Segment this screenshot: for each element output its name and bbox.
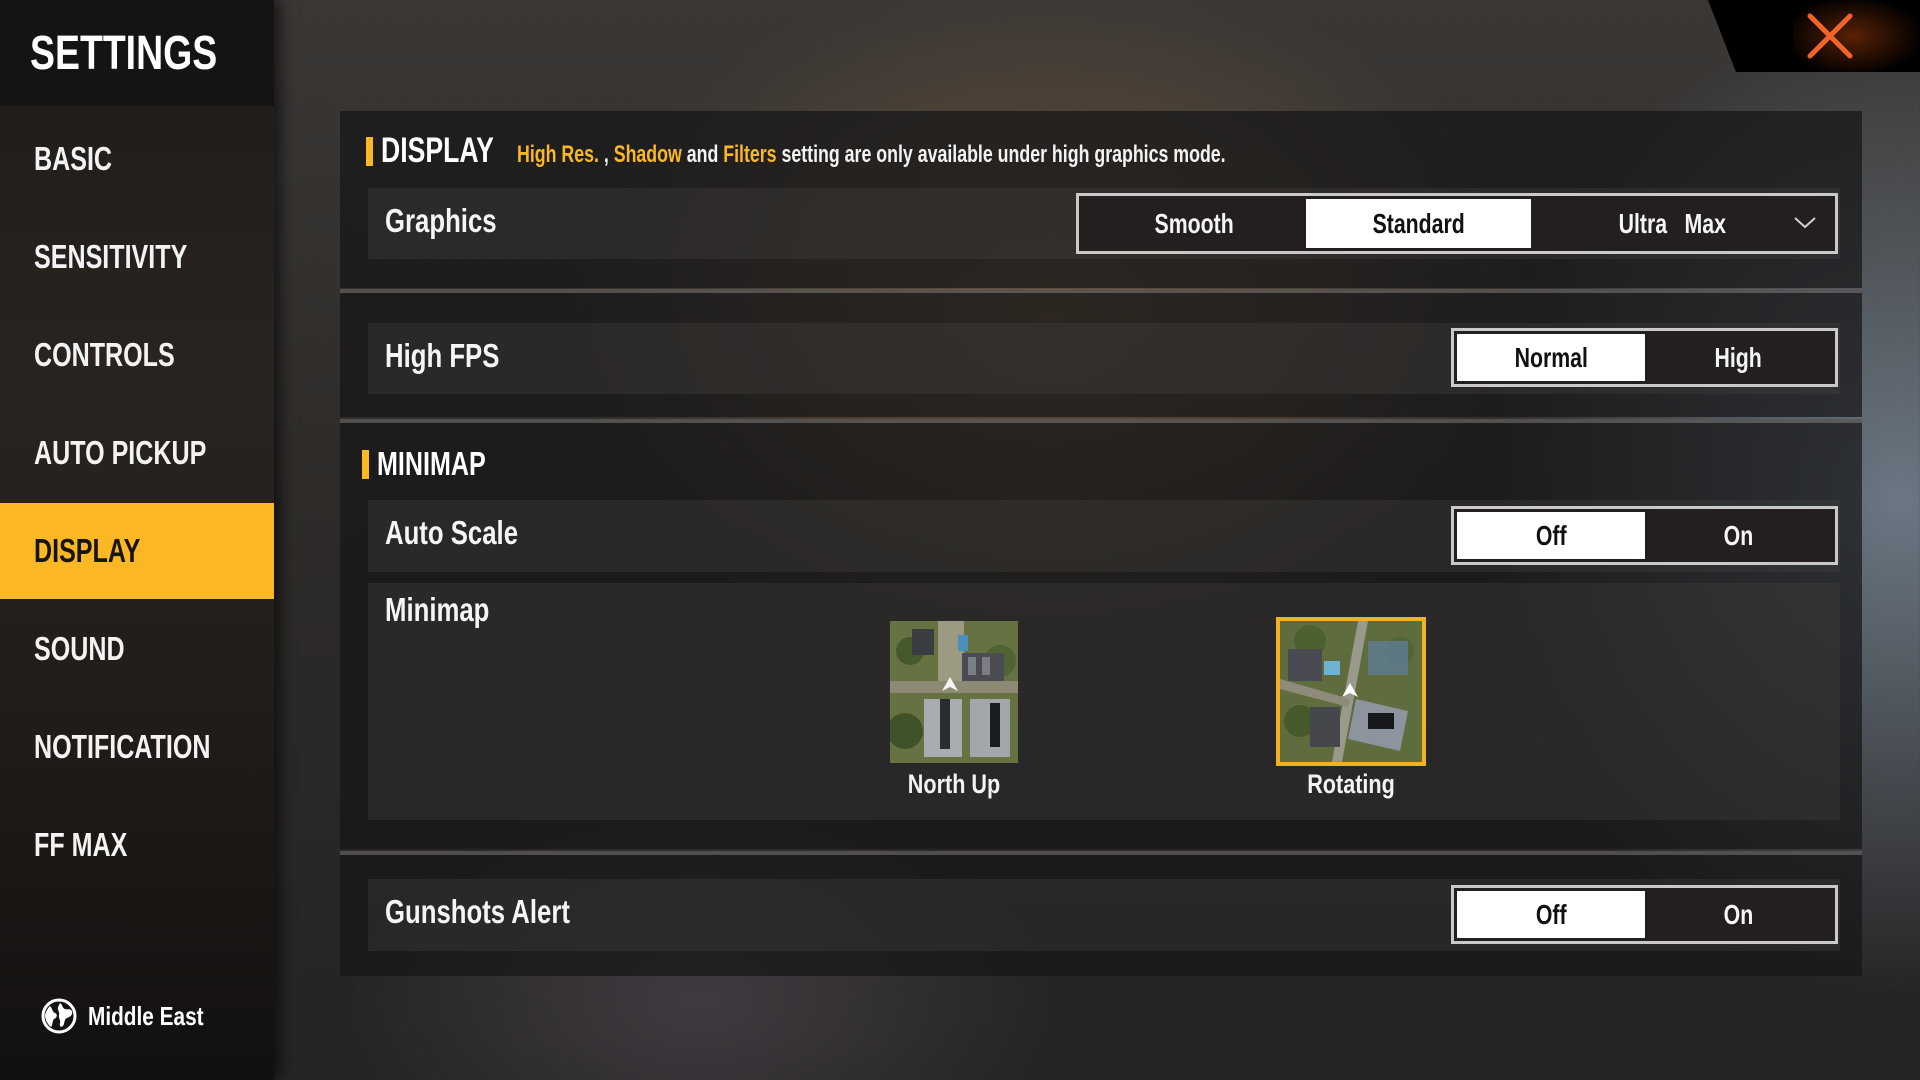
- graphics-quality-selector[interactable]: Smooth Standard Ultra Max: [1076, 193, 1838, 254]
- fps-option-normal[interactable]: Normal: [1457, 334, 1645, 381]
- region-selector[interactable]: Middle East: [40, 997, 232, 1035]
- option-label: High: [1714, 341, 1762, 373]
- auto-scale-label: Auto Scale: [385, 514, 519, 551]
- note-high-res: High Res.: [517, 141, 600, 168]
- display-panel: DISPLAY High Res. , Shadow and Filters s…: [340, 111, 1862, 288]
- note-and: and: [682, 141, 724, 168]
- close-icon: [1807, 13, 1853, 59]
- nav-item-label: BASIC: [34, 140, 113, 177]
- graphics-option-max[interactable]: Max: [1645, 199, 1765, 248]
- auto-scale-option-off[interactable]: Off: [1457, 512, 1645, 559]
- nav-item-notification[interactable]: NOTIFICATION: [0, 699, 274, 795]
- gunshots-alert-panel: Gunshots Alert Off On: [340, 851, 1862, 976]
- high-fps-row: High FPS Normal High: [368, 323, 1840, 394]
- auto-scale-toggle[interactable]: Off On: [1451, 506, 1838, 565]
- note-rest: setting are only available under high gr…: [777, 141, 1227, 168]
- option-label: On: [1723, 519, 1754, 551]
- rotating-map-thumbnail: [1280, 621, 1422, 762]
- nav-item-display[interactable]: DISPLAY: [0, 503, 274, 599]
- minimap-mode-row: Minimap North Up Rotating: [368, 583, 1840, 820]
- high-fps-label: High FPS: [385, 337, 500, 374]
- option-label: Standard: [1372, 207, 1465, 239]
- nav-item-label: DISPLAY: [34, 532, 141, 569]
- auto-scale-row: Auto Scale Off On: [368, 500, 1840, 572]
- settings-sidebar: SETTINGS BASIC SENSITIVITY CONTROLS AUTO…: [0, 0, 274, 1080]
- gunshots-option-on[interactable]: On: [1645, 891, 1833, 938]
- north-up-map-thumbnail: [890, 621, 1018, 763]
- option-label: Max: [1684, 207, 1726, 239]
- gunshots-alert-label: Gunshots Alert: [385, 893, 570, 930]
- graphics-row: Graphics Smooth Standard Ultra Max: [368, 188, 1840, 259]
- close-button[interactable]: [1708, 0, 1920, 72]
- region-label: Middle East: [88, 1000, 204, 1031]
- accent-bar: [362, 449, 369, 479]
- nav-item-ff-max[interactable]: FF MAX: [0, 797, 274, 893]
- north-up-label: North Up: [907, 769, 1001, 799]
- nav-item-label: FF MAX: [34, 826, 128, 863]
- note-separator: ,: [599, 141, 615, 168]
- graphics-option-smooth[interactable]: Smooth: [1082, 199, 1306, 248]
- option-label: Normal: [1514, 341, 1588, 373]
- minimap-section-title: MINIMAP: [377, 445, 486, 482]
- graphics-label: Graphics: [385, 202, 497, 239]
- gunshots-alert-toggle[interactable]: Off On: [1451, 885, 1838, 944]
- high-fps-panel: High FPS Normal High: [340, 289, 1862, 417]
- chevron-down-icon[interactable]: [1793, 216, 1817, 230]
- nav-item-basic[interactable]: BASIC: [0, 111, 274, 207]
- nav-item-label: AUTO PICKUP: [34, 434, 207, 471]
- rotating-label: Rotating: [1307, 769, 1395, 799]
- display-section-header: DISPLAY High Res. , Shadow and Filters s…: [366, 131, 1475, 171]
- minimap-section-header: MINIMAP: [362, 445, 520, 483]
- gunshots-option-off[interactable]: Off: [1457, 891, 1645, 938]
- nav-item-label: SOUND: [34, 630, 125, 667]
- minimap-label: Minimap: [385, 591, 490, 628]
- high-fps-selector[interactable]: Normal High: [1451, 328, 1838, 387]
- note-filters: Filters: [723, 141, 778, 168]
- minimap-option-rotating[interactable]: [1276, 617, 1426, 766]
- settings-nav: BASIC SENSITIVITY CONTROLS AUTO PICKUP D…: [0, 111, 274, 895]
- auto-scale-option-on[interactable]: On: [1645, 512, 1833, 559]
- nav-item-sound[interactable]: SOUND: [0, 601, 274, 697]
- nav-item-label: SENSITIVITY: [34, 238, 188, 275]
- option-label: Smooth: [1154, 207, 1234, 239]
- nav-item-controls[interactable]: CONTROLS: [0, 307, 274, 403]
- option-label: Off: [1535, 898, 1567, 930]
- nav-item-auto-pickup[interactable]: AUTO PICKUP: [0, 405, 274, 501]
- minimap-panel: MINIMAP Auto Scale Off On Minimap North …: [340, 419, 1862, 849]
- nav-item-sensitivity[interactable]: SENSITIVITY: [0, 209, 274, 305]
- minimap-option-north-up[interactable]: [890, 621, 1018, 763]
- display-section-title: DISPLAY: [381, 131, 494, 170]
- nav-item-label: NOTIFICATION: [34, 728, 211, 765]
- note-shadow: Shadow: [614, 141, 683, 168]
- globe-icon: [41, 998, 77, 1034]
- graphics-mode-note: High Res. , Shadow and Filters setting a…: [517, 141, 1226, 169]
- settings-title: SETTINGS: [30, 26, 218, 80]
- gunshots-alert-row: Gunshots Alert Off On: [368, 879, 1840, 951]
- option-label: Off: [1535, 519, 1567, 551]
- graphics-option-standard[interactable]: Standard: [1306, 199, 1531, 248]
- sidebar-header: SETTINGS: [0, 0, 274, 106]
- option-label: On: [1723, 898, 1754, 930]
- fps-option-high[interactable]: High: [1645, 334, 1833, 381]
- nav-item-label: CONTROLS: [34, 336, 175, 373]
- accent-bar: [366, 136, 373, 166]
